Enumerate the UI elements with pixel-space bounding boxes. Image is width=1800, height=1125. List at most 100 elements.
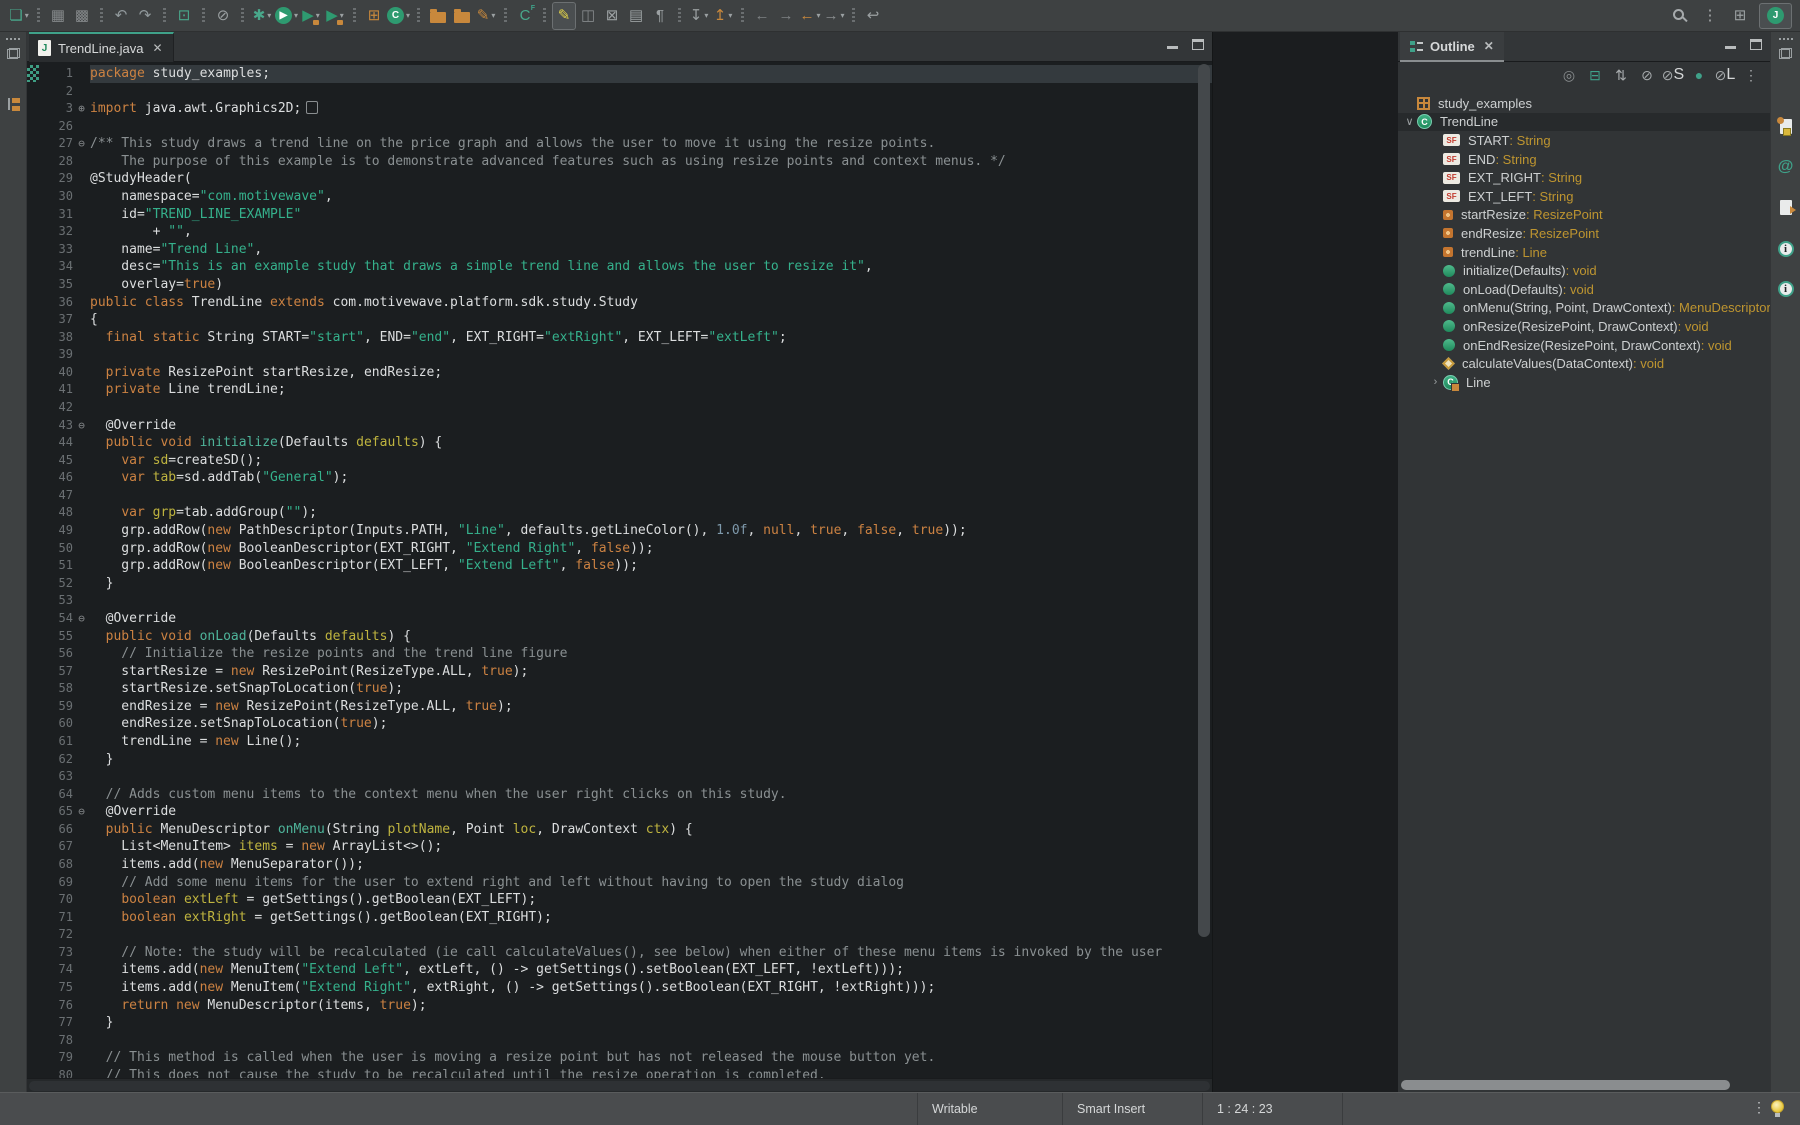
code-line[interactable]: 30 namespace="com.motivewave", <box>27 188 1212 206</box>
outline-item-onload-defaults[interactable]: onLoad(Defaults) : void <box>1398 280 1770 299</box>
outline-item-onresize-resizepoint-drawcontext[interactable]: onResize(ResizePoint, DrawContext) : voi… <box>1398 317 1770 336</box>
open-perspective-icon[interactable]: ⊞ <box>1729 3 1751 29</box>
code-line[interactable]: 56 // Initialize the resize points and t… <box>27 645 1212 663</box>
back-small-icon[interactable]: ← <box>751 3 773 29</box>
fold-toggle-icon[interactable]: ⊖ <box>73 610 90 628</box>
outline-item-start[interactable]: SFSTART : String <box>1398 131 1770 150</box>
code-line[interactable]: 63 <box>27 768 1212 786</box>
sort-icon[interactable]: ⇅ <box>1610 64 1632 86</box>
templates-view-icon[interactable] <box>1780 119 1792 134</box>
code-line[interactable]: 38 final static String START="start", EN… <box>27 329 1212 347</box>
code-line[interactable]: 62 } <box>27 751 1212 769</box>
code-line[interactable]: 54⊖ @Override <box>27 610 1212 628</box>
code-line[interactable]: 50 grp.addRow(new BooleanDescriptor(EXT_… <box>27 540 1212 558</box>
code-line[interactable]: 71 boolean extRight = getSettings().getB… <box>27 909 1212 927</box>
toolbar-overflow-icon[interactable]: ⋮ <box>1699 3 1721 29</box>
code-line[interactable]: 72 <box>27 926 1212 944</box>
code-line[interactable]: 58 startResize.setSnapToLocation(true); <box>27 680 1212 698</box>
drag-handle-icon[interactable] <box>6 38 20 40</box>
expand-chevron-icon[interactable]: ∨ <box>1402 115 1417 128</box>
code-line[interactable]: 27⊖/** This study draws a trend line on … <box>27 135 1212 153</box>
code-line[interactable]: 29@StudyHeader( <box>27 170 1212 188</box>
code-line[interactable]: 80 // This does not cause the study to b… <box>27 1067 1212 1078</box>
hide-non-public-icon[interactable]: ● <box>1688 64 1710 86</box>
code-line[interactable]: 64 // Adds custom menu items to the cont… <box>27 786 1212 804</box>
code-line[interactable]: 74 items.add(new MenuItem("Extend Left",… <box>27 961 1212 979</box>
format-marker-icon[interactable]: ✎▾ <box>475 3 497 29</box>
code-line[interactable]: 49 grp.addRow(new PathDescriptor(Inputs.… <box>27 522 1212 540</box>
open-console-icon[interactable]: ⊡ <box>173 3 195 29</box>
mark-occurrences-icon[interactable]: ✎ <box>553 3 575 29</box>
code-line[interactable]: 67 List<MenuItem> items = new ArrayList<… <box>27 838 1212 856</box>
outline-view-menu-icon[interactable]: ⋮ <box>1740 64 1762 86</box>
outline-item-startresize[interactable]: startResize : ResizePoint <box>1398 206 1770 225</box>
editor-tab[interactable]: J TrendLine.java ✕ <box>29 32 174 62</box>
previous-annotation-icon[interactable]: ↥▾ <box>712 3 734 29</box>
open-task-icon[interactable] <box>427 3 449 29</box>
code-line[interactable]: 41 private Line trendLine; <box>27 381 1212 399</box>
run-icon[interactable]: ▶▾ <box>275 3 298 29</box>
fold-toggle-icon[interactable]: ⊖ <box>73 803 90 821</box>
code-line[interactable]: 59 endResize = new ResizePoint(ResizeTyp… <box>27 698 1212 716</box>
code-line[interactable]: 40 private ResizePoint startResize, endR… <box>27 364 1212 382</box>
outline-item-calculatevalues-datacontext[interactable]: calculateValues(DataContext) : void <box>1398 354 1770 373</box>
code-line[interactable]: 46 var tab=sd.addTab("General"); <box>27 469 1212 487</box>
code-line[interactable]: 2 <box>27 83 1212 101</box>
hide-static-icon[interactable]: ⊘S <box>1662 64 1684 86</box>
new-class-icon[interactable]: C▾ <box>387 3 410 29</box>
show-selected-element-icon[interactable]: ◫ <box>577 3 599 29</box>
outline-item-initialize-defaults[interactable]: initialize(Defaults) : void <box>1398 261 1770 280</box>
quick-fix-bulb-icon[interactable] <box>1771 1100 1784 1113</box>
show-whitespace-icon[interactable]: ¶ <box>649 3 671 29</box>
outline-item-onendresize-resizepoint-drawcontext[interactable]: onEndResize(ResizePoint, DrawContext) : … <box>1398 336 1770 355</box>
next-annotation-icon[interactable]: ↧▾ <box>688 3 710 29</box>
code-line[interactable]: 53 <box>27 592 1212 610</box>
hide-fields-icon[interactable]: ⊘ <box>1636 64 1658 86</box>
code-line[interactable]: 60 endResize.setSnapToLocation(true); <box>27 715 1212 733</box>
code-line[interactable]: 28 The purpose of this example is to dem… <box>27 153 1212 171</box>
search-icon[interactable] <box>1669 3 1691 29</box>
drag-handle-icon[interactable] <box>1779 38 1793 40</box>
outline-item-ext-left[interactable]: SFEXT_LEFT : String <box>1398 187 1770 206</box>
code-line[interactable]: 51 grp.addRow(new BooleanDescriptor(EXT_… <box>27 557 1212 575</box>
outline-item-end[interactable]: SFEND : String <box>1398 150 1770 169</box>
status-overflow-icon[interactable]: ⋮ <box>1752 1099 1766 1116</box>
new-wizard-icon[interactable]: ❏▾ <box>8 3 30 29</box>
code-line[interactable]: 73 // Note: the study will be recalculat… <box>27 944 1212 962</box>
java-perspective-button[interactable]: J <box>1759 3 1792 29</box>
outline-item-line[interactable]: ›CLine <box>1398 373 1770 392</box>
minimize-icon[interactable] <box>1167 41 1178 49</box>
code-line[interactable]: 35 overlay=true) <box>27 276 1212 294</box>
code-line[interactable]: 33 name="Trend Line", <box>27 241 1212 259</box>
external-tools-icon[interactable]: ▶▾ <box>324 3 346 29</box>
close-icon[interactable]: ✕ <box>153 41 163 55</box>
code-line[interactable]: 45 var sd=createSD(); <box>27 452 1212 470</box>
declaration-view-icon[interactable] <box>1780 200 1792 215</box>
info-view-icon[interactable]: i <box>1778 241 1794 257</box>
focus-active-task-icon[interactable]: ◎ <box>1558 64 1580 86</box>
code-line[interactable]: 26 <box>27 118 1212 136</box>
skip-breakpoints-icon[interactable]: ⊘ <box>212 3 234 29</box>
code-line[interactable]: 31 id="TREND_LINE_EXAMPLE" <box>27 206 1212 224</box>
outline-item-trendline[interactable]: ∨CTrendLine <box>1398 113 1770 132</box>
editor-vertical-scrollbar[interactable] <box>1198 64 1210 937</box>
outline-tab[interactable]: Outline ✕ <box>1400 32 1504 62</box>
code-line[interactable]: 61 trendLine = new Line(); <box>27 733 1212 751</box>
code-line[interactable]: 32 + "", <box>27 223 1212 241</box>
file-coverage-icon[interactable]: CF <box>514 3 536 29</box>
code-line[interactable]: 68 items.add(new MenuSeparator()); <box>27 856 1212 874</box>
code-line[interactable]: 78 <box>27 1032 1212 1050</box>
save-icon[interactable]: ▦ <box>47 3 69 29</box>
hide-local-types-icon[interactable]: ⊘L <box>1714 64 1736 86</box>
folded-region-icon[interactable] <box>306 101 318 114</box>
expand-chevron-icon[interactable]: › <box>1428 376 1443 388</box>
save-all-icon[interactable]: ▩ <box>71 3 93 29</box>
code-line[interactable]: 34 desc="This is an example study that d… <box>27 258 1212 276</box>
outline-horizontal-scrollbar[interactable] <box>1398 1078 1770 1092</box>
code-line[interactable]: 69 // Add some menu items for the user t… <box>27 874 1212 892</box>
code-line[interactable]: 57 startResize = new ResizePoint(ResizeT… <box>27 663 1212 681</box>
forward-icon[interactable]: →▾ <box>823 3 845 29</box>
restore-view-icon[interactable] <box>7 48 20 59</box>
code-line[interactable]: 37{ <box>27 311 1212 329</box>
fold-toggle-icon[interactable]: ⊕ <box>73 100 90 118</box>
